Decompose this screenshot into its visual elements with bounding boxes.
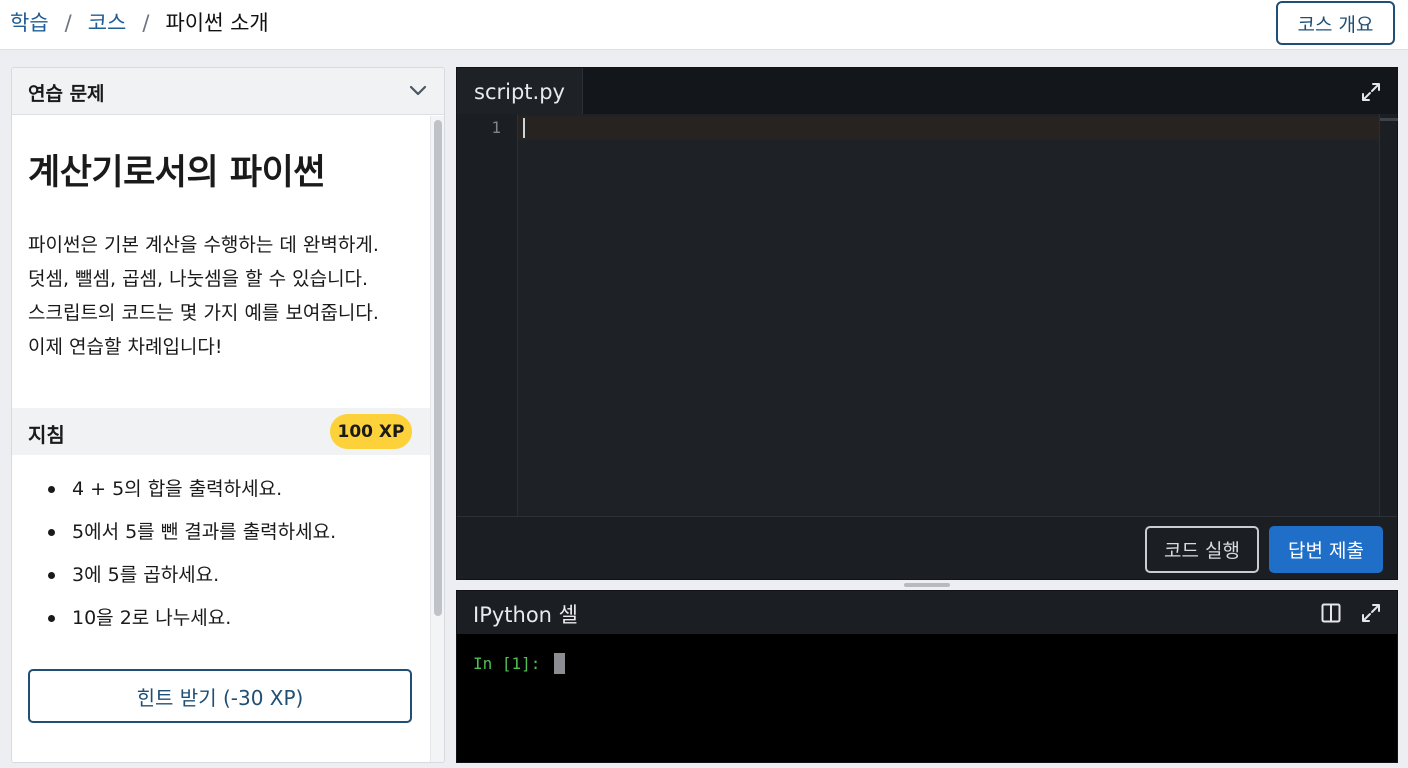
resize-grip[interactable]: [904, 583, 950, 587]
exercise-panel-title: 연습 문제: [28, 83, 105, 105]
description-line: 스크립트의 코드는 몇 가지 예를 보여줍니다.: [28, 302, 379, 324]
split-panel-icon[interactable]: [1319, 601, 1343, 625]
panel-scrollbar-thumb[interactable]: [434, 120, 442, 616]
console-title: IPython 셀: [473, 603, 578, 627]
instruction-item: 10을 2로 나누세요.: [28, 605, 428, 648]
text-caret: [523, 118, 525, 138]
pane-resize-handle[interactable]: [456, 580, 1398, 590]
exercise-description: 파이썬은 기본 계산을 수행하는 데 완벽하게. 덧셈, 뺄셈, 곱셈, 나눗셈…: [28, 228, 428, 364]
breadcrumb-courses-link[interactable]: 코스: [88, 10, 127, 36]
top-bar: 학습 / 코스 / 파이썬 소개 코스 개요: [0, 0, 1408, 50]
expand-icon[interactable]: [1359, 601, 1383, 625]
description-line: 이제 연습할 차례입니다!: [28, 336, 223, 358]
code-input-area[interactable]: [517, 114, 1380, 516]
console-prompt: In [1]:: [473, 654, 541, 673]
editor-scrollbar[interactable]: [1379, 114, 1398, 516]
editor-scrollbar-marker: [1380, 118, 1398, 121]
breadcrumb-separator: /: [64, 11, 72, 35]
breadcrumb-current: 파이썬 소개: [165, 11, 269, 35]
course-overview-button[interactable]: 코스 개요: [1276, 1, 1395, 45]
chevron-down-icon[interactable]: [406, 78, 430, 102]
editor-tab-bar: script.py: [457, 68, 1397, 115]
ipython-console: IPython 셀 In [1]:: [456, 590, 1398, 763]
exercise-panel-header[interactable]: 연습 문제: [12, 68, 444, 115]
tab-script-py[interactable]: script.py: [457, 68, 583, 115]
console-cursor: [554, 653, 565, 674]
editor-footer: 코드 실행 답변 제출: [457, 516, 1397, 579]
console-header: IPython 셀: [457, 591, 1397, 634]
submit-answer-button[interactable]: 답변 제출: [1269, 526, 1383, 573]
instructions-header: 지침 100 XP: [12, 408, 430, 455]
instruction-item: 3에 5를 곱하세요.: [28, 562, 428, 605]
line-number: 1: [491, 118, 501, 137]
line-number-gutter: 1: [457, 114, 517, 516]
console-body[interactable]: In [1]:: [457, 634, 1397, 762]
expand-icon[interactable]: [1359, 80, 1383, 104]
exercise-panel: 연습 문제 계산기로서의 파이썬 파이썬은 기본 계산을 수행하는 데 완벽하게…: [11, 67, 445, 763]
description-line: 파이썬은 기본 계산을 수행하는 데 완벽하게.: [28, 234, 379, 256]
instructions-list: 4 + 5의 합을 출력하세요. 5에서 5를 뺀 결과를 출력하세요. 3에 …: [28, 476, 428, 648]
instruction-item: 4 + 5의 합을 출력하세요.: [28, 476, 428, 519]
instruction-item: 5에서 5를 뺀 결과를 출력하세요.: [28, 519, 428, 562]
instructions-title: 지침: [28, 423, 65, 447]
active-line-highlight: [518, 116, 1380, 140]
breadcrumb: 학습 / 코스 / 파이썬 소개: [10, 10, 269, 36]
breadcrumb-learn-link[interactable]: 학습: [10, 10, 49, 36]
xp-badge: 100 XP: [330, 414, 412, 449]
breadcrumb-separator: /: [142, 11, 150, 35]
panel-scrollbar[interactable]: [430, 116, 444, 762]
description-line: 덧셈, 뺄셈, 곱셈, 나눗셈을 할 수 있습니다.: [28, 268, 369, 290]
run-code-button[interactable]: 코드 실행: [1145, 526, 1259, 573]
exercise-title: 계산기로서의 파이썬: [28, 153, 326, 193]
get-hint-button[interactable]: 힌트 받기 (-30 XP): [28, 669, 412, 723]
code-editor: script.py 1 코드 실행 답변 제출: [456, 67, 1398, 580]
